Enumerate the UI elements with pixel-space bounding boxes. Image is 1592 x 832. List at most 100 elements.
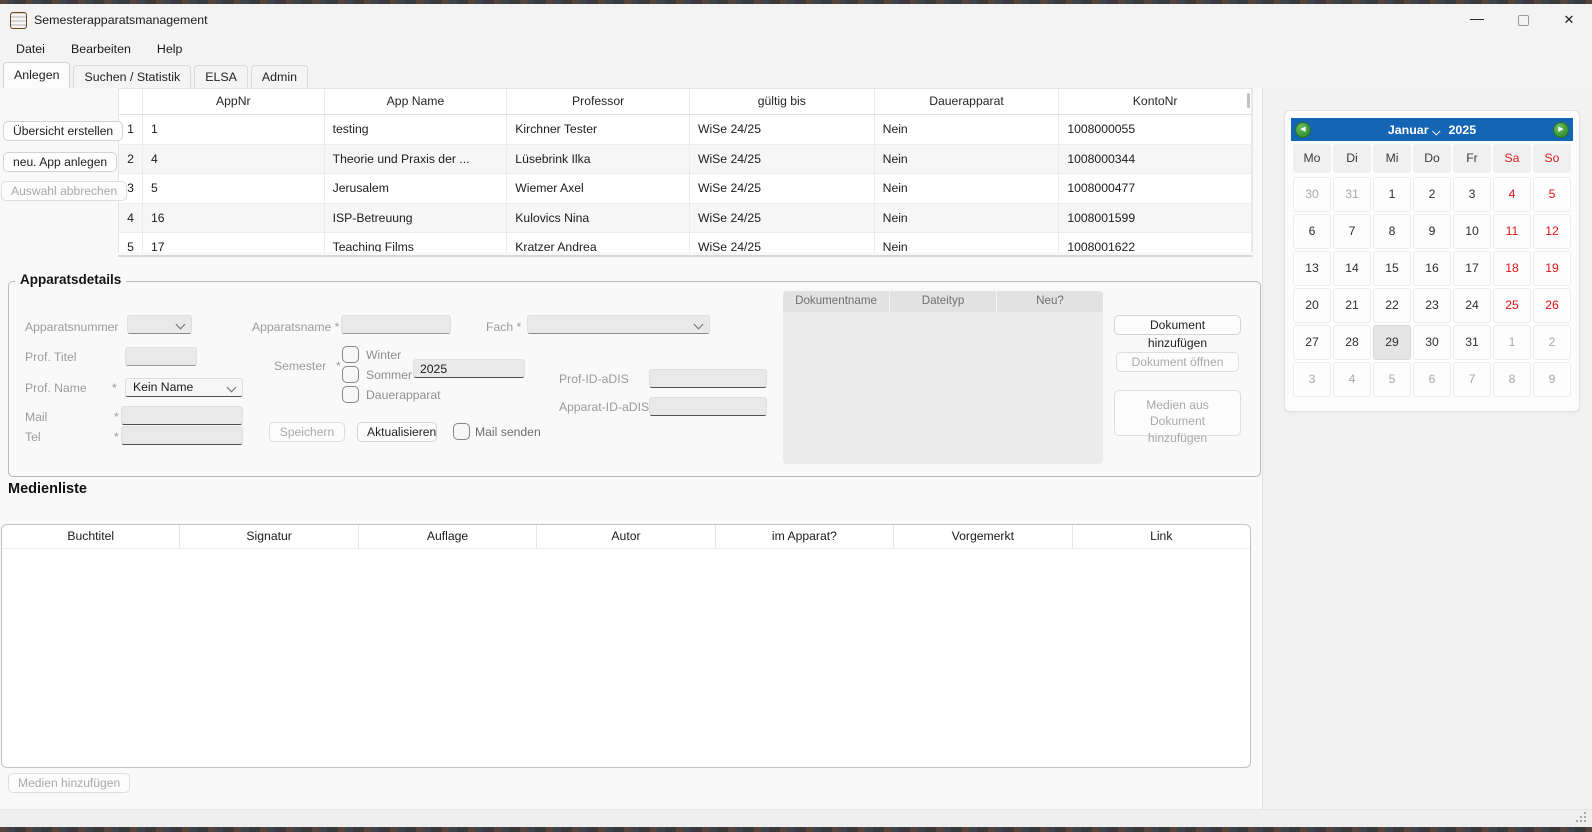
day-cell[interactable]: 17: [1453, 251, 1491, 286]
day-cell[interactable]: 31: [1453, 325, 1491, 360]
day-cell-selected[interactable]: 29: [1373, 325, 1411, 360]
uebersicht-erstellen-button[interactable]: Übersicht erstellen: [3, 121, 123, 141]
day-cell[interactable]: 1: [1493, 325, 1531, 360]
day-cell[interactable]: 15: [1373, 251, 1411, 286]
day-cell[interactable]: 7: [1333, 214, 1371, 249]
day-cell[interactable]: 4: [1333, 362, 1371, 397]
minimize-button[interactable]: —: [1454, 4, 1500, 36]
day-cell[interactable]: 30: [1293, 177, 1331, 212]
table-row[interactable]: 416ISP-BetreuungKulovics NinaWiSe 24/25N…: [119, 204, 1252, 234]
day-cell[interactable]: 13: [1293, 251, 1331, 286]
day-cell[interactable]: 19: [1533, 251, 1571, 286]
apparatsnummer-combobox[interactable]: [127, 315, 192, 334]
media-col-autor[interactable]: Autor: [537, 525, 715, 548]
mail-field[interactable]: [121, 406, 243, 425]
col-header-professor[interactable]: Professor: [507, 89, 690, 114]
horizontal-scrollbar[interactable]: [118, 255, 1253, 257]
day-cell[interactable]: 9: [1533, 362, 1571, 397]
day-cell[interactable]: 11: [1493, 214, 1531, 249]
day-cell[interactable]: 28: [1333, 325, 1371, 360]
dauerapparat-radio[interactable]: [342, 386, 359, 403]
prof-id-adis-field[interactable]: [649, 369, 767, 388]
tab-anlegen[interactable]: Anlegen: [3, 62, 70, 88]
media-col-im-apparat[interactable]: im Apparat?: [716, 525, 894, 548]
fach-combobox[interactable]: [527, 315, 710, 334]
calendar-title[interactable]: Januar2025: [1388, 123, 1476, 137]
calendar-week-row: 6789101112: [1293, 214, 1571, 249]
day-cell[interactable]: 5: [1533, 177, 1571, 212]
menu-item-datei[interactable]: Datei: [3, 36, 58, 62]
day-cell[interactable]: 4: [1493, 177, 1531, 212]
tel-field[interactable]: [121, 426, 243, 445]
maximize-button[interactable]: [1500, 4, 1546, 36]
day-cell[interactable]: 31: [1333, 177, 1371, 212]
prof-name-combobox[interactable]: Kein Name: [125, 378, 243, 397]
row-number-cell: 2: [119, 145, 143, 174]
day-cell[interactable]: 14: [1333, 251, 1371, 286]
day-cell[interactable]: 16: [1413, 251, 1451, 286]
neu-app-anlegen-button[interactable]: neu. App anlegen: [3, 152, 117, 172]
day-cell[interactable]: 3: [1453, 177, 1491, 212]
apparatsname-field: [341, 315, 451, 334]
menu-item-help[interactable]: Help: [144, 36, 195, 62]
col-header-app-name[interactable]: App Name: [325, 89, 508, 114]
day-cell[interactable]: 12: [1533, 214, 1571, 249]
day-cell[interactable]: 10: [1453, 214, 1491, 249]
tab-suchen-statistik[interactable]: Suchen / Statistik: [73, 65, 191, 88]
day-cell[interactable]: 3: [1293, 362, 1331, 397]
resize-grip[interactable]: [1576, 812, 1587, 823]
day-cell[interactable]: 2: [1533, 325, 1571, 360]
vertical-scrollbar-thumb[interactable]: [1247, 93, 1250, 108]
col-header-dauerapparat[interactable]: Dauerapparat: [875, 89, 1060, 114]
apparat-id-adis-field[interactable]: [649, 397, 767, 416]
day-cell[interactable]: 22: [1373, 288, 1411, 323]
table-row[interactable]: 11testingKirchner TesterWiSe 24/25Nein10…: [119, 115, 1252, 145]
day-cell[interactable]: 27: [1293, 325, 1331, 360]
day-cell[interactable]: 26: [1533, 288, 1571, 323]
table-row[interactable]: 24Theorie und Praxis der ...Lüsebrink Il…: [119, 145, 1252, 175]
day-cell[interactable]: 24: [1453, 288, 1491, 323]
calendar-next-button[interactable]: ▶: [1553, 122, 1569, 138]
day-cell[interactable]: 25: [1493, 288, 1531, 323]
day-cell[interactable]: 21: [1333, 288, 1371, 323]
day-cell[interactable]: 18: [1493, 251, 1531, 286]
day-cell[interactable]: 5: [1373, 362, 1411, 397]
day-cell[interactable]: 30: [1413, 325, 1451, 360]
cell: Nein: [875, 145, 1060, 174]
day-cell[interactable]: 2: [1413, 177, 1451, 212]
calendar-prev-button[interactable]: ◀: [1295, 122, 1311, 138]
mail-senden-checkbox[interactable]: [453, 423, 470, 440]
day-cell[interactable]: 6: [1413, 362, 1451, 397]
required-marker: *: [114, 410, 119, 424]
day-cell[interactable]: 8: [1493, 362, 1531, 397]
menu-item-bearbeiten[interactable]: Bearbeiten: [58, 36, 144, 62]
dokument-hinzufuegen-button[interactable]: Dokument hinzufügen: [1114, 315, 1241, 335]
table-row[interactable]: 35JerusalemWiemer AxelWiSe 24/25Nein1008…: [119, 174, 1252, 204]
day-cell[interactable]: 1: [1373, 177, 1411, 212]
winter-radio[interactable]: [342, 346, 359, 363]
day-cell[interactable]: 20: [1293, 288, 1331, 323]
tab-elsa[interactable]: ELSA: [194, 65, 248, 88]
tab-admin[interactable]: Admin: [251, 65, 308, 88]
media-col-buchtitel[interactable]: Buchtitel: [2, 525, 180, 548]
day-cell[interactable]: 8: [1373, 214, 1411, 249]
table-row[interactable]: 517Teaching FilmsKratzer AndreaWiSe 24/2…: [119, 233, 1252, 252]
media-col-link[interactable]: Link: [1073, 525, 1250, 548]
semester-year-field[interactable]: [413, 359, 525, 378]
col-header-appnr[interactable]: AppNr: [143, 89, 325, 114]
day-cell[interactable]: 9: [1413, 214, 1451, 249]
cell: Kratzer Andrea: [507, 233, 690, 252]
col-header-gueltig-bis[interactable]: gültig bis: [690, 89, 875, 114]
day-cell[interactable]: 6: [1293, 214, 1331, 249]
col-header-kontonr[interactable]: KontoNr: [1059, 89, 1252, 114]
cell: 1008000344: [1059, 145, 1252, 174]
calendar-weekday-row: MoDiMiDoFrSaSo: [1293, 144, 1571, 173]
media-col-signatur[interactable]: Signatur: [180, 525, 358, 548]
aktualisieren-button[interactable]: Aktualisieren: [357, 422, 437, 442]
day-cell[interactable]: 23: [1413, 288, 1451, 323]
sommer-radio[interactable]: [342, 366, 359, 383]
close-button[interactable]: ✕: [1546, 4, 1592, 36]
day-cell[interactable]: 7: [1453, 362, 1491, 397]
media-col-vorgemerkt[interactable]: Vorgemerkt: [894, 525, 1072, 548]
media-col-auflage[interactable]: Auflage: [359, 525, 537, 548]
